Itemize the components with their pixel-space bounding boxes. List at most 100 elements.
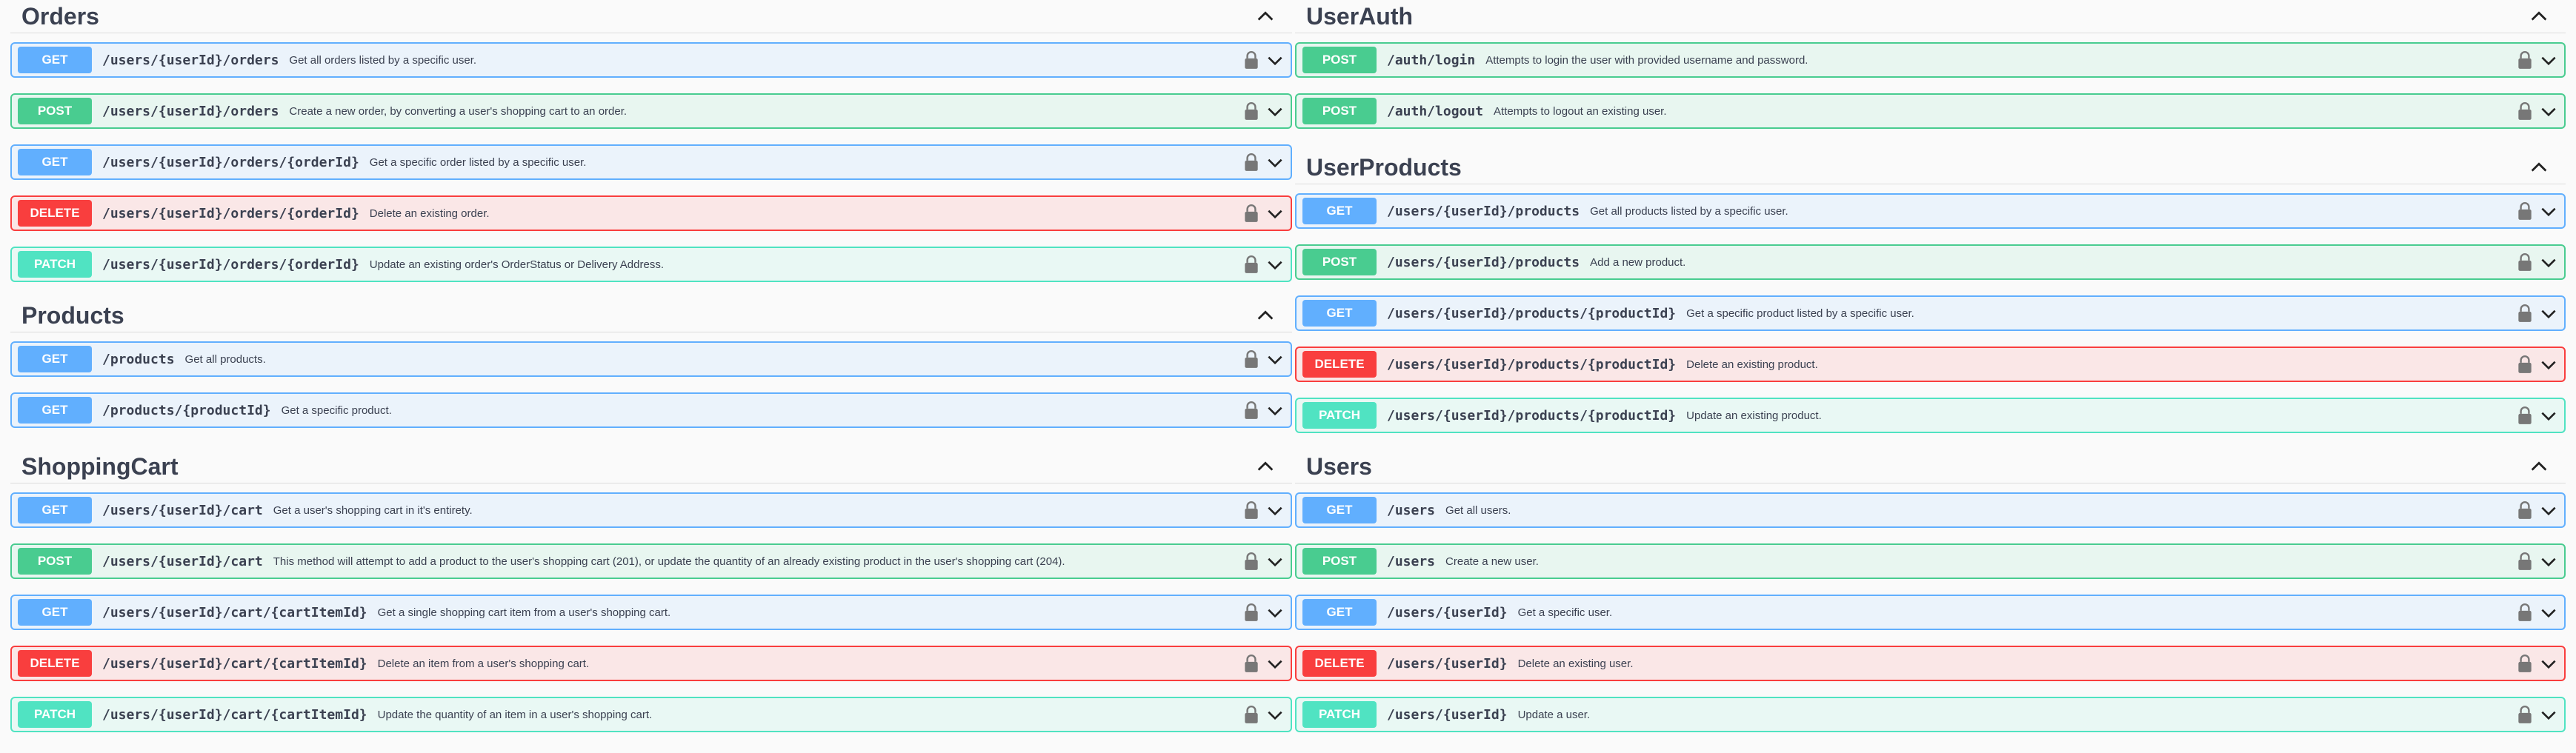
lock-icon[interactable] (2517, 654, 2533, 673)
operation-delete[interactable]: DELETE/users/{userId}/orders/{orderId} De… (10, 195, 1292, 231)
operation-get[interactable]: GET/users/{userId} Get a specific user. (1295, 595, 2566, 630)
operation-post[interactable]: POST/users/{userId}/orders Create a new o… (10, 93, 1292, 129)
lock-icon[interactable] (1243, 50, 1259, 70)
tag-header-shoppingcart[interactable]: ShoppingCart (10, 450, 1292, 483)
operation-post[interactable]: POST/users/{userId}/products Add a new pr… (1295, 244, 2566, 280)
operation-post[interactable]: POST/users/{userId}/cart This method will… (10, 543, 1292, 579)
lock-icon[interactable] (1243, 401, 1259, 420)
lock-icon[interactable] (1243, 501, 1259, 520)
chevron-down-icon[interactable] (1265, 603, 1285, 623)
operation-patch[interactable]: PATCH/users/{userId}/products/{productId… (1295, 398, 2566, 433)
tag-header-orders[interactable]: Orders (10, 0, 1292, 33)
tag-section-products: Products GET/products Get all products. GET… (10, 299, 1292, 444)
chevron-down-icon[interactable] (1265, 706, 1285, 725)
operation-summary: Create a new user. (1445, 555, 1539, 568)
chevron-up-icon[interactable] (2529, 157, 2549, 178)
chevron-down-icon[interactable] (2539, 501, 2558, 521)
chevron-down-icon[interactable] (2539, 304, 2558, 324)
operation-post[interactable]: POST/auth/logout Attempts to logout an ex… (1295, 93, 2566, 129)
lock-icon[interactable] (2517, 201, 2533, 221)
lock-icon[interactable] (2517, 50, 2533, 70)
chevron-down-icon[interactable] (2539, 253, 2558, 272)
lock-icon[interactable] (2517, 406, 2533, 425)
operation-summary: Get a single shopping cart item from a u… (377, 606, 671, 619)
lock-icon[interactable] (1243, 705, 1259, 724)
method-badge: PATCH (18, 701, 92, 728)
operation-get[interactable]: GET/users/{userId}/products/{productId} G… (1295, 295, 2566, 331)
operation-path: /users/{userId}/cart/{cartItemId} (102, 706, 367, 723)
tag-section-shoppingcart: ShoppingCart GET/users/{userId}/cart Get a… (10, 450, 1292, 748)
operation-patch[interactable]: PATCH/users/{userId}/cart/{cartItemId} Up… (10, 697, 1292, 732)
operation-delete[interactable]: DELETE/users/{userId} Delete an existing … (1295, 646, 2566, 681)
chevron-down-icon[interactable] (2539, 655, 2558, 674)
lock-icon[interactable] (1243, 603, 1259, 622)
method-badge: POST (18, 98, 92, 124)
method-badge: POST (18, 548, 92, 575)
lock-icon[interactable] (1243, 255, 1259, 274)
operation-path: /users/{userId}/products/{productId} (1387, 356, 1677, 372)
chevron-down-icon[interactable] (1265, 204, 1285, 224)
operation-get[interactable]: GET/users/{userId}/orders Get all orders … (10, 42, 1292, 78)
operation-get[interactable]: GET/users/{userId}/products Get all produ… (1295, 193, 2566, 229)
tag-header-products[interactable]: Products (10, 299, 1292, 332)
lock-icon[interactable] (1243, 153, 1259, 172)
chevron-down-icon[interactable] (2539, 202, 2558, 221)
lock-icon[interactable] (2517, 603, 2533, 622)
chevron-down-icon[interactable] (2539, 706, 2558, 725)
operation-patch[interactable]: PATCH/users/{userId} Update a user. (1295, 697, 2566, 732)
lock-icon[interactable] (2517, 355, 2533, 374)
operation-path: /products (102, 351, 175, 367)
operation-summary: Get all users. (1445, 503, 1511, 517)
tag-section-userauth: UserAuth POST/auth/login Attempts to login… (1295, 0, 2566, 144)
operation-get[interactable]: GET/users/{userId}/cart/{cartItemId} Get … (10, 595, 1292, 630)
chevron-down-icon[interactable] (1265, 102, 1285, 121)
chevron-down-icon[interactable] (1265, 501, 1285, 521)
method-badge: GET (1302, 599, 1377, 626)
operation-get[interactable]: GET/products/{productId} Get a specific p… (10, 392, 1292, 428)
lock-icon[interactable] (2517, 304, 2533, 323)
operation-path: /users/{userId}/cart (102, 502, 263, 518)
operation-patch[interactable]: PATCH/users/{userId}/orders/{orderId} Upd… (10, 247, 1292, 282)
lock-icon[interactable] (2517, 705, 2533, 724)
lock-icon[interactable] (1243, 204, 1259, 223)
chevron-up-icon[interactable] (2529, 6, 2549, 27)
lock-icon[interactable] (1243, 101, 1259, 121)
chevron-down-icon[interactable] (1265, 350, 1285, 369)
lock-icon[interactable] (1243, 654, 1259, 673)
chevron-down-icon[interactable] (2539, 355, 2558, 375)
operation-post[interactable]: POST/users Create a new user. (1295, 543, 2566, 579)
operation-post[interactable]: POST/auth/login Attempts to login the use… (1295, 42, 2566, 78)
lock-icon[interactable] (2517, 552, 2533, 571)
chevron-down-icon[interactable] (2539, 552, 2558, 572)
chevron-down-icon[interactable] (2539, 102, 2558, 121)
chevron-down-icon[interactable] (1265, 401, 1285, 421)
chevron-up-icon[interactable] (1255, 456, 1276, 477)
tag-title: UserProducts (1306, 153, 1462, 181)
operation-get[interactable]: GET/users Get all users. (1295, 492, 2566, 528)
chevron-down-icon[interactable] (2539, 51, 2558, 70)
lock-icon[interactable] (1243, 349, 1259, 369)
chevron-down-icon[interactable] (1265, 255, 1285, 275)
method-badge: DELETE (1302, 351, 1377, 378)
operation-get[interactable]: GET/users/{userId}/cart Get a user's shop… (10, 492, 1292, 528)
lock-icon[interactable] (2517, 501, 2533, 520)
tag-header-users[interactable]: Users (1295, 450, 2566, 483)
operation-delete[interactable]: DELETE/users/{userId}/products/{productI… (1295, 347, 2566, 382)
chevron-down-icon[interactable] (1265, 552, 1285, 572)
tag-header-userauth[interactable]: UserAuth (1295, 0, 2566, 33)
chevron-down-icon[interactable] (2539, 603, 2558, 623)
operation-delete[interactable]: DELETE/users/{userId}/cart/{cartItemId} D… (10, 646, 1292, 681)
operation-get[interactable]: GET/products Get all products. (10, 341, 1292, 377)
chevron-down-icon[interactable] (2539, 406, 2558, 426)
lock-icon[interactable] (2517, 101, 2533, 121)
chevron-down-icon[interactable] (1265, 153, 1285, 173)
lock-icon[interactable] (1243, 552, 1259, 571)
chevron-down-icon[interactable] (1265, 51, 1285, 70)
operation-get[interactable]: GET/users/{userId}/orders/{orderId} Get a… (10, 144, 1292, 180)
chevron-up-icon[interactable] (2529, 456, 2549, 477)
chevron-down-icon[interactable] (1265, 655, 1285, 674)
tag-header-userproducts[interactable]: UserProducts (1295, 151, 2566, 184)
lock-icon[interactable] (2517, 252, 2533, 272)
chevron-up-icon[interactable] (1255, 305, 1276, 326)
chevron-up-icon[interactable] (1255, 6, 1276, 27)
